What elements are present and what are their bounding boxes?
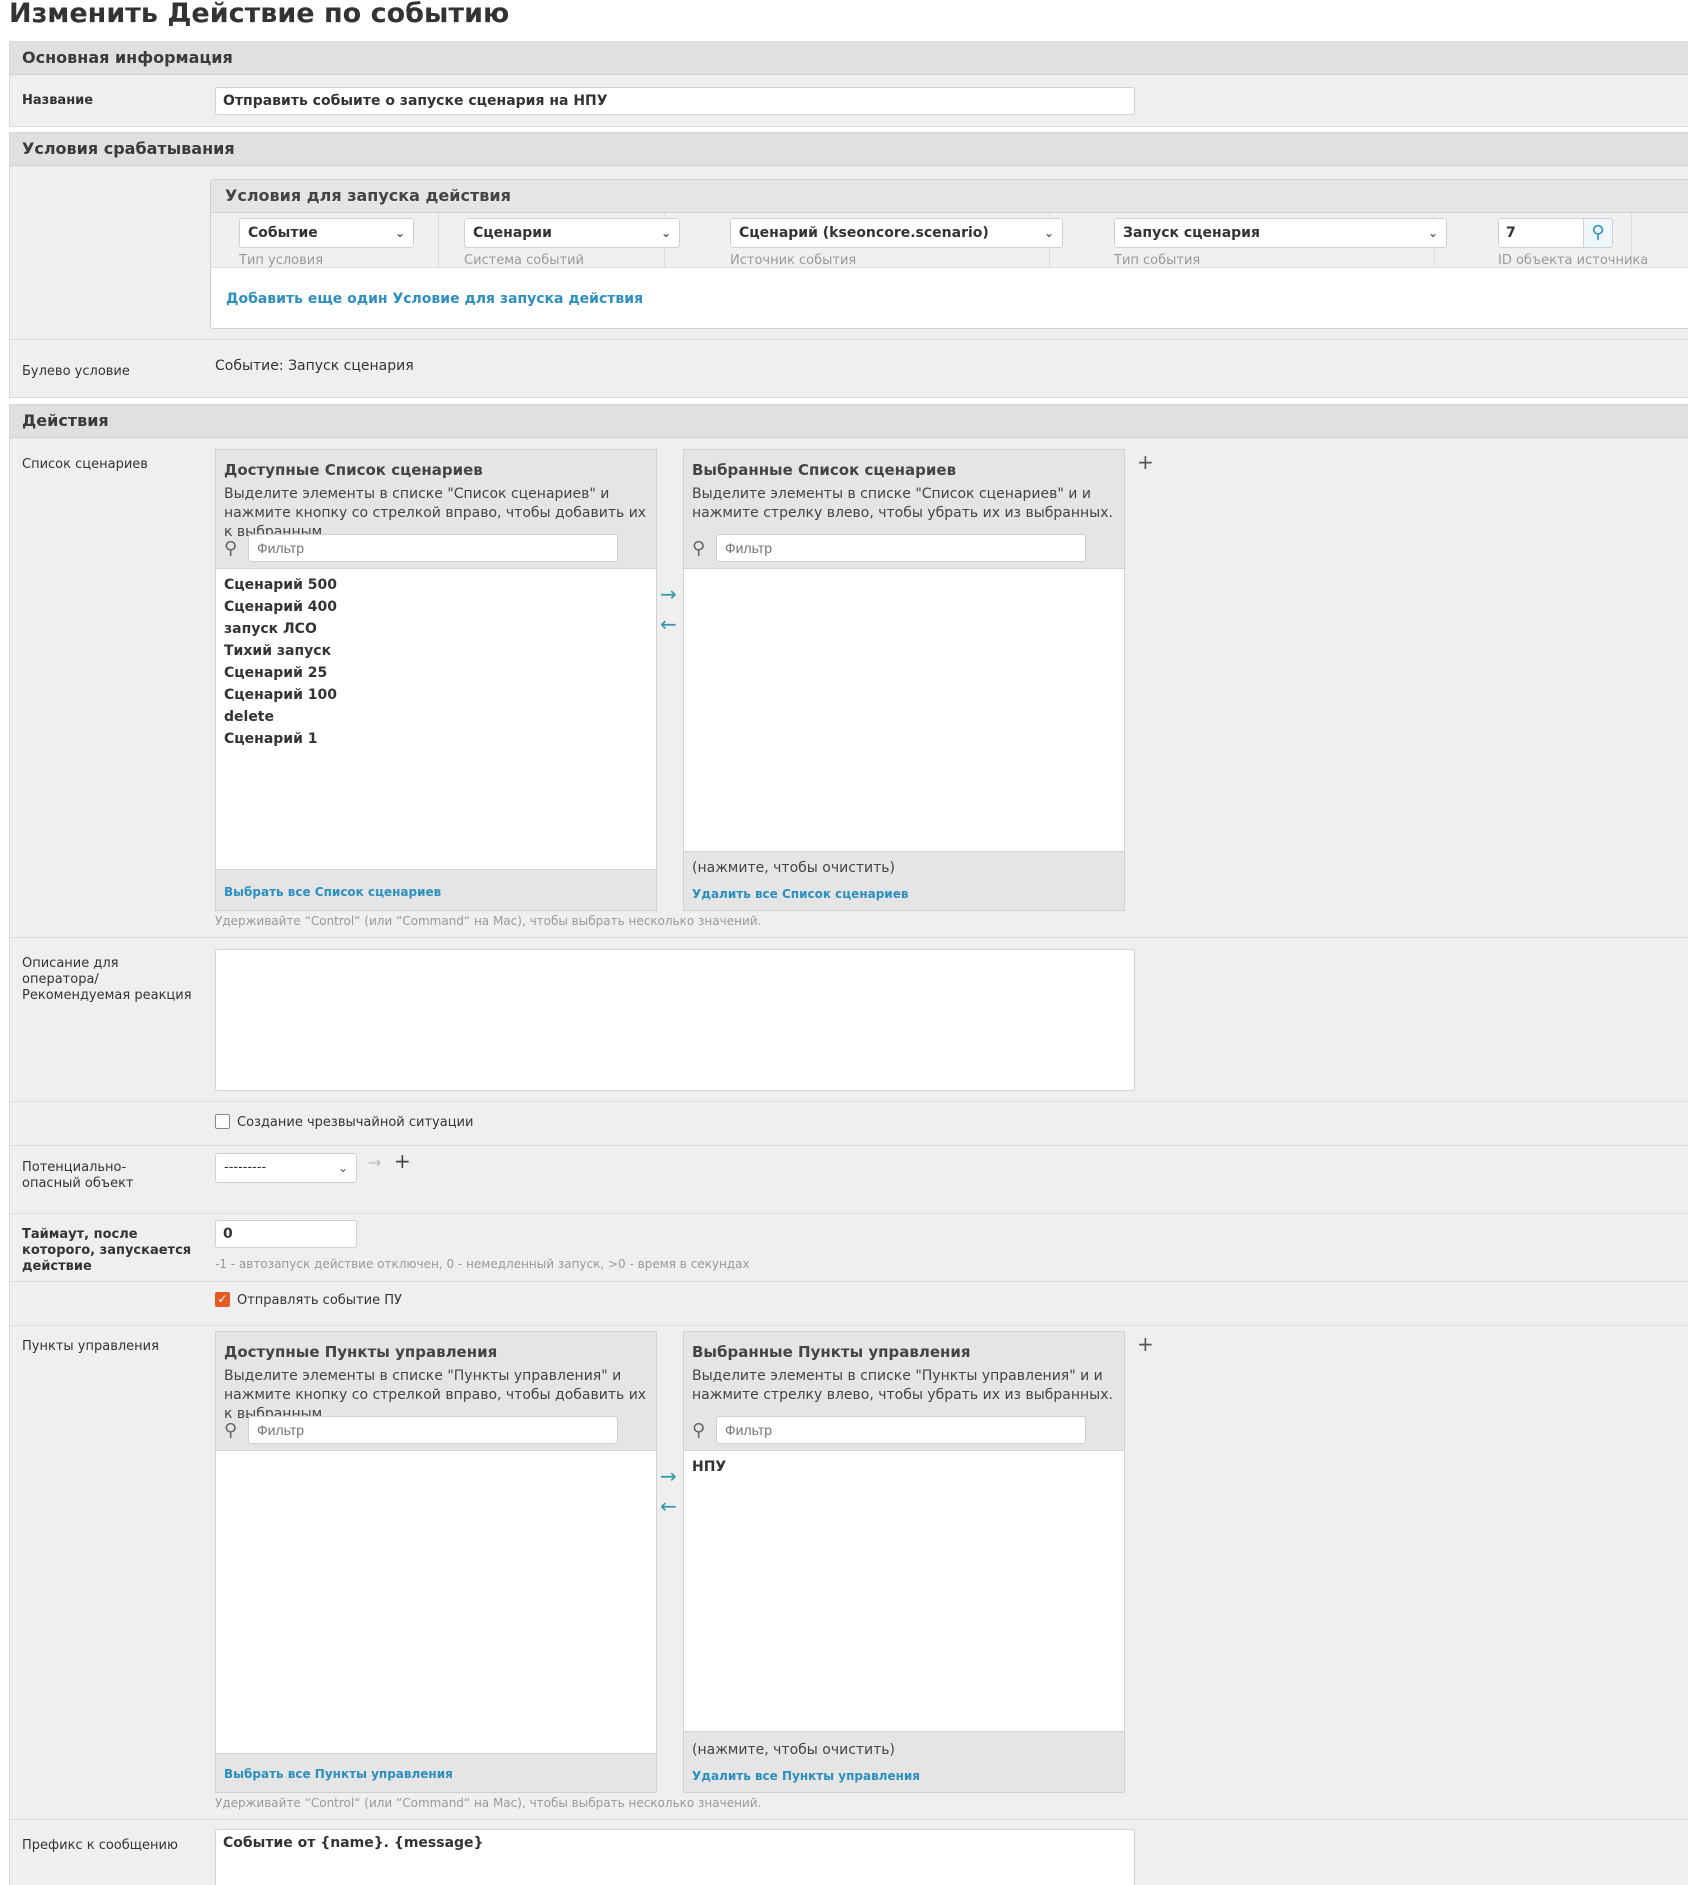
remove-all-scenarios-link[interactable]: Удалить все Список сценариев — [692, 887, 908, 901]
condition-row: Событие ⌄ Тип условия Сценарии ⌄ Система с… — [211, 213, 1688, 268]
list-item[interactable]: Сценарий 25 — [216, 662, 656, 684]
chosen-scenarios-list[interactable] — [684, 568, 1124, 852]
scenarios-help: Удерживайте “Control“ (или “Command“ на … — [215, 914, 762, 928]
chevron-down-icon: ⌄ — [394, 226, 405, 240]
chosen-control-points-desc: Выделите элементы в списке "Пункты управ… — [692, 1368, 1113, 1403]
chevron-down-icon: ⌄ — [337, 1161, 348, 1175]
available-control-points-filter[interactable] — [248, 1416, 618, 1444]
send-event-label: Отправлять событие ПУ — [237, 1293, 402, 1308]
arrow-right-icon[interactable]: → — [660, 580, 677, 608]
timeout-help: -1 - автозапуск действие отключен, 0 - н… — [215, 1257, 750, 1271]
available-control-points-list[interactable] — [216, 1450, 656, 1754]
section-header: Действия — [10, 405, 1688, 438]
section-header: Условия срабатывания — [10, 133, 1688, 166]
list-item[interactable]: delete — [216, 706, 656, 728]
source-id-help: ID объекта источника — [1498, 253, 1649, 268]
condition-type-help: Тип условия — [239, 253, 324, 268]
list-item[interactable]: Сценарий 1 — [216, 728, 656, 750]
clear-hint[interactable]: (нажмите, чтобы очистить) — [692, 1742, 895, 1758]
condition-group: Условия для запуска действия Событие ⌄ Ти… — [210, 179, 1688, 329]
chosen-control-points-title: Выбранные Пункты управления — [692, 1343, 971, 1361]
basic-info-section: Основная информация Название — [9, 41, 1688, 127]
chosen-scenarios-title: Выбранные Список сценариев — [692, 461, 957, 479]
add-icon[interactable]: + — [1137, 450, 1154, 474]
clear-hint[interactable]: (нажмите, чтобы очистить) — [692, 860, 895, 876]
available-scenarios-list[interactable]: Сценарий 500 Сценарий 400 запуск ЛСО Тих… — [216, 568, 656, 870]
emergency-label: Создание чрезвычайной ситуации — [237, 1115, 474, 1130]
available-scenarios-title: Доступные Список сценариев — [224, 461, 483, 479]
send-event-checkbox[interactable]: ✓ — [215, 1292, 230, 1307]
arrow-right-icon[interactable]: → — [368, 1153, 381, 1172]
list-item[interactable]: Сценарий 400 — [216, 596, 656, 618]
hazard-select[interactable]: --------- ⌄ — [215, 1153, 357, 1183]
emergency-checkbox[interactable] — [215, 1114, 230, 1129]
prefix-textarea[interactable]: Событие от {name}. {message} — [215, 1829, 1135, 1885]
section-header: Основная информация — [10, 42, 1688, 75]
chosen-control-points-box: Выбранные Пункты управления Выделите эле… — [683, 1331, 1125, 1793]
conditions-section: Условия срабатывания Условия для запуска… — [9, 132, 1688, 398]
list-item[interactable]: Сценарий 100 — [216, 684, 656, 706]
bool-value: Событие: Запуск сценария — [215, 358, 414, 374]
list-item[interactable]: НПУ — [684, 1456, 1124, 1478]
choose-all-scenarios-link[interactable]: Выбрать все Список сценариев — [224, 885, 441, 899]
event-system-help: Система событий — [464, 253, 585, 268]
actions-section: Действия Список сценариев Доступные Спис… — [9, 404, 1688, 1885]
search-icon: ⚲ — [224, 538, 238, 559]
description-textarea[interactable] — [215, 949, 1135, 1091]
prefix-label: Префикс к сообщению — [22, 1838, 178, 1853]
event-source-help: Источник события — [730, 253, 857, 268]
chosen-control-points-filter[interactable] — [716, 1416, 1086, 1444]
search-icon[interactable]: ⚲ — [1583, 218, 1613, 248]
choose-all-control-points-link[interactable]: Выбрать все Пункты управления — [224, 1767, 453, 1781]
arrow-left-icon[interactable]: ← — [660, 610, 677, 638]
page-title: Изменить Действие по событию — [9, 0, 510, 29]
condition-type-select[interactable]: Событие ⌄ — [239, 218, 414, 248]
event-type-select[interactable]: Запуск сценария ⌄ — [1114, 218, 1447, 248]
add-icon[interactable]: + — [1137, 1332, 1154, 1356]
list-item[interactable]: Сценарий 500 — [216, 574, 656, 596]
event-system-select[interactable]: Сценарии ⌄ — [464, 218, 680, 248]
event-source-select[interactable]: Сценарий (kseoncore.scenario) ⌄ — [730, 218, 1063, 248]
chevron-down-icon: ⌄ — [1427, 226, 1438, 240]
chevron-down-icon: ⌄ — [660, 226, 671, 240]
available-scenarios-box: Доступные Список сценариев Выделите элем… — [215, 449, 657, 911]
chosen-scenarios-box: Выбранные Список сценариев Выделите элем… — [683, 449, 1125, 911]
available-control-points-title: Доступные Пункты управления — [224, 1343, 498, 1361]
available-scenarios-filter[interactable] — [248, 534, 618, 562]
search-icon: ⚲ — [692, 1420, 706, 1441]
add-icon[interactable]: + — [394, 1149, 411, 1173]
page: Изменить Действие по событию Основная ин… — [0, 0, 1688, 1885]
remove-all-control-points-link[interactable]: Удалить все Пункты управления — [692, 1769, 920, 1783]
condition-group-header: Условия для запуска действия — [211, 180, 1688, 213]
control-points-help: Удерживайте “Control“ (или “Command“ на … — [215, 1796, 762, 1810]
control-points-label: Пункты управления — [22, 1339, 159, 1354]
arrow-left-icon[interactable]: ← — [660, 1492, 677, 1520]
name-input[interactable] — [215, 87, 1135, 115]
event-type-help: Тип события — [1114, 253, 1201, 268]
list-item[interactable]: запуск ЛСО — [216, 618, 656, 640]
chosen-control-points-list[interactable]: НПУ — [684, 1450, 1124, 1732]
timeout-input[interactable] — [215, 1220, 357, 1248]
chevron-down-icon: ⌄ — [1043, 226, 1054, 240]
chosen-scenarios-filter[interactable] — [716, 534, 1086, 562]
add-condition-link[interactable]: Добавить еще один Условие для запуска де… — [226, 291, 643, 307]
description-label: Описание для оператора/ Рекомендуемая ре… — [22, 956, 192, 1003]
search-icon: ⚲ — [692, 538, 706, 559]
scenarios-label: Список сценариев — [22, 457, 148, 472]
timeout-label: Таймаут, после которого, запускается дей… — [22, 1227, 192, 1274]
bool-label: Булево условие — [22, 364, 130, 379]
available-control-points-box: Доступные Пункты управления Выделите эле… — [215, 1331, 657, 1793]
hazard-label: Потенциально-опасный объект — [22, 1160, 134, 1191]
search-icon: ⚲ — [224, 1420, 238, 1441]
name-label: Название — [22, 93, 94, 108]
list-item[interactable]: Тихий запуск — [216, 640, 656, 662]
chosen-scenarios-desc: Выделите элементы в списке "Список сцена… — [692, 486, 1113, 521]
arrow-right-icon[interactable]: → — [660, 1462, 677, 1490]
